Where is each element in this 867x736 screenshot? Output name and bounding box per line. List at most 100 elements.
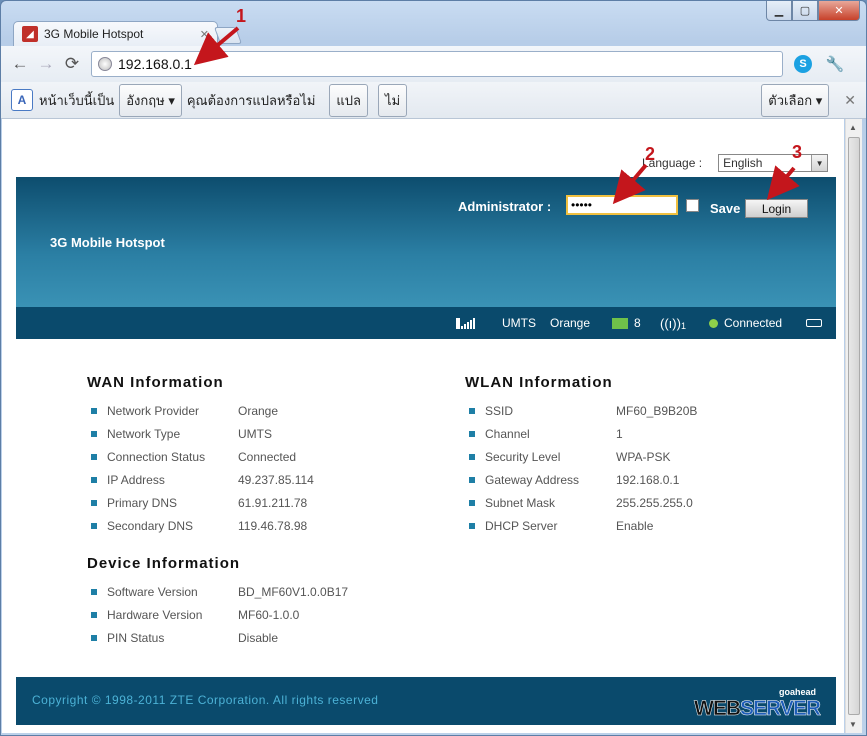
login-button[interactable]: Login xyxy=(745,199,808,218)
row-label: Subnet Mask xyxy=(485,495,556,510)
zte-favicon-icon: ◢ xyxy=(22,26,38,42)
bullet-icon xyxy=(91,611,97,618)
table-row: Channel 1 xyxy=(465,422,697,445)
bullet-icon xyxy=(91,499,97,506)
address-bar[interactable]: 192.168.0.1 xyxy=(91,51,783,77)
save-label: Save xyxy=(710,201,741,216)
translate-button[interactable]: แปล xyxy=(329,83,369,117)
page-viewport: Language : English ▼ 3G Mobile Hotspot A… xyxy=(2,119,844,733)
row-label: Connection Status xyxy=(107,449,206,464)
row-label: Software Version xyxy=(107,584,198,599)
row-value: 255.255.255.0 xyxy=(616,495,693,510)
wlan-rows: SSID MF60_B9B20B Channel 1 Security Level W… xyxy=(465,399,697,537)
row-label: Secondary DNS xyxy=(107,518,194,533)
translate-question: คุณต้องการแปลหรือไม่ xyxy=(186,92,316,108)
row-value: Orange xyxy=(238,403,279,418)
wifi-indicator: ((ı)) 1 xyxy=(660,315,686,332)
reload-button[interactable]: ⟳ xyxy=(59,51,85,77)
provider-name: Orange xyxy=(550,316,591,330)
wrench-icon[interactable]: 🔧 xyxy=(823,52,847,76)
tab-title: 3G Mobile Hotspot xyxy=(44,27,144,41)
connected-dot-icon xyxy=(709,318,718,328)
url-text: 192.168.0.1 xyxy=(118,56,192,72)
row-label: IP Address xyxy=(107,472,165,487)
bullet-icon xyxy=(91,588,97,595)
bullet-icon xyxy=(91,430,97,437)
scroll-down-icon[interactable]: ▼ xyxy=(849,720,857,729)
bullet-icon xyxy=(469,407,475,414)
table-row: Primary DNS 61.91.211.78 xyxy=(87,491,314,514)
row-value: 1 xyxy=(616,426,623,441)
minimize-button[interactable]: ▁ xyxy=(766,1,792,21)
connection-indicator: Connected xyxy=(709,316,782,330)
table-row: Hardware Version MF60-1.0.0 xyxy=(87,603,348,626)
annotation-number-1: 1 xyxy=(236,6,247,26)
scroll-up-icon[interactable]: ▲ xyxy=(849,123,857,132)
wifi-antenna-icon: ((ı)) xyxy=(660,315,681,331)
row-value: UMTS xyxy=(238,426,272,441)
status-bar: UMTS Orange 8 ((ı)) 1 Connected xyxy=(16,307,836,339)
table-row: Gateway Address 192.168.0.1 xyxy=(465,468,697,491)
row-value: 49.237.85.114 xyxy=(238,472,314,487)
forward-button[interactable]: → xyxy=(33,51,59,77)
connection-status: Connected xyxy=(724,316,783,330)
copyright-text: Copyright © 1998-2011 ZTE Corporation. A… xyxy=(32,693,379,707)
bullet-icon xyxy=(469,476,475,483)
no-translate-button[interactable]: ไม่ xyxy=(378,83,408,117)
row-value: Connected xyxy=(238,449,297,464)
table-row: Security Level WPA-PSK xyxy=(465,445,697,468)
row-label: PIN Status xyxy=(107,630,165,645)
wlan-title: WLAN Information xyxy=(465,374,613,391)
sms-indicator[interactable]: 8 xyxy=(612,316,641,330)
bullet-icon xyxy=(91,407,97,414)
row-label: Hardware Version xyxy=(107,607,203,622)
close-window-button[interactable]: ✕ xyxy=(818,1,860,21)
table-row: Secondary DNS 119.46.78.98 xyxy=(87,514,314,537)
annotation-number-3: 3 xyxy=(792,142,803,162)
wlan-information-section: WLAN Information SSID MF60_B9B20B Channel… xyxy=(465,374,697,537)
signal-strength-icon xyxy=(456,317,482,329)
row-label: Network Type xyxy=(107,426,181,441)
page-footer: Copyright © 1998-2011 ZTE Corporation. A… xyxy=(16,677,836,725)
logo-goahead: goahead xyxy=(778,687,816,697)
skype-extension-icon[interactable]: S xyxy=(791,52,815,76)
logo-web: WEB xyxy=(694,697,742,721)
bullet-icon xyxy=(91,522,97,529)
new-tab-button[interactable] xyxy=(213,27,243,44)
row-value: MF60_B9B20B xyxy=(616,403,698,418)
maximize-button[interactable]: ▢ xyxy=(792,1,818,21)
row-value: 192.168.0.1 xyxy=(616,472,680,487)
logo-server: SERVER xyxy=(740,697,821,721)
device-rows: Software Version BD_MF60V1.0.0B17 Hardwar… xyxy=(87,580,348,649)
browser-tab[interactable]: ◢ 3G Mobile Hotspot ✕ xyxy=(13,21,218,46)
table-row: Connection Status Connected xyxy=(87,445,314,468)
language-value: English xyxy=(723,156,763,170)
translate-options-button[interactable]: ตัวเลือก ▾ xyxy=(761,83,830,117)
infobar-close-icon[interactable]: ✕ xyxy=(844,92,856,109)
row-value: MF60-1.0.0 xyxy=(238,607,300,622)
table-row: PIN Status Disable xyxy=(87,626,348,649)
banner-title: 3G Mobile Hotspot xyxy=(50,235,165,250)
browser-toolbar: ← → ⟳ 192.168.0.1 S 🔧 xyxy=(1,46,866,82)
chevron-down-icon: ▼ xyxy=(811,155,828,171)
bullet-icon xyxy=(469,453,475,460)
row-value: 119.46.78.98 xyxy=(238,518,308,533)
sms-count: 8 xyxy=(634,316,641,330)
window-controls: ▁ ▢ ✕ xyxy=(766,1,860,21)
row-label: SSID xyxy=(485,403,514,418)
scrollbar-thumb[interactable] xyxy=(848,137,860,715)
device-information-section: Device Information Software Version BD_MF… xyxy=(87,555,348,649)
save-checkbox[interactable] xyxy=(686,199,699,212)
password-input[interactable]: ••••• xyxy=(566,195,678,215)
wan-rows: Network Provider Orange Network Type UMTS … xyxy=(87,399,314,537)
back-button[interactable]: ← xyxy=(7,51,33,77)
source-language-dropdown[interactable]: อังกฤษ ▾ xyxy=(119,83,182,117)
vertical-scrollbar[interactable]: ▲ ▼ xyxy=(845,119,862,733)
wifi-client-count: 1 xyxy=(680,321,686,331)
translate-infobar: A หน้าเว็บนี้เป็น อังกฤษ ▾ คุณต้องการแปล… xyxy=(1,82,866,119)
administrator-label: Administrator : xyxy=(458,199,552,214)
tab-close-icon[interactable]: ✕ xyxy=(200,28,209,41)
language-select[interactable]: English ▼ xyxy=(718,154,829,172)
table-row: Network Type UMTS xyxy=(87,422,314,445)
annotation-number-2: 2 xyxy=(645,144,656,164)
